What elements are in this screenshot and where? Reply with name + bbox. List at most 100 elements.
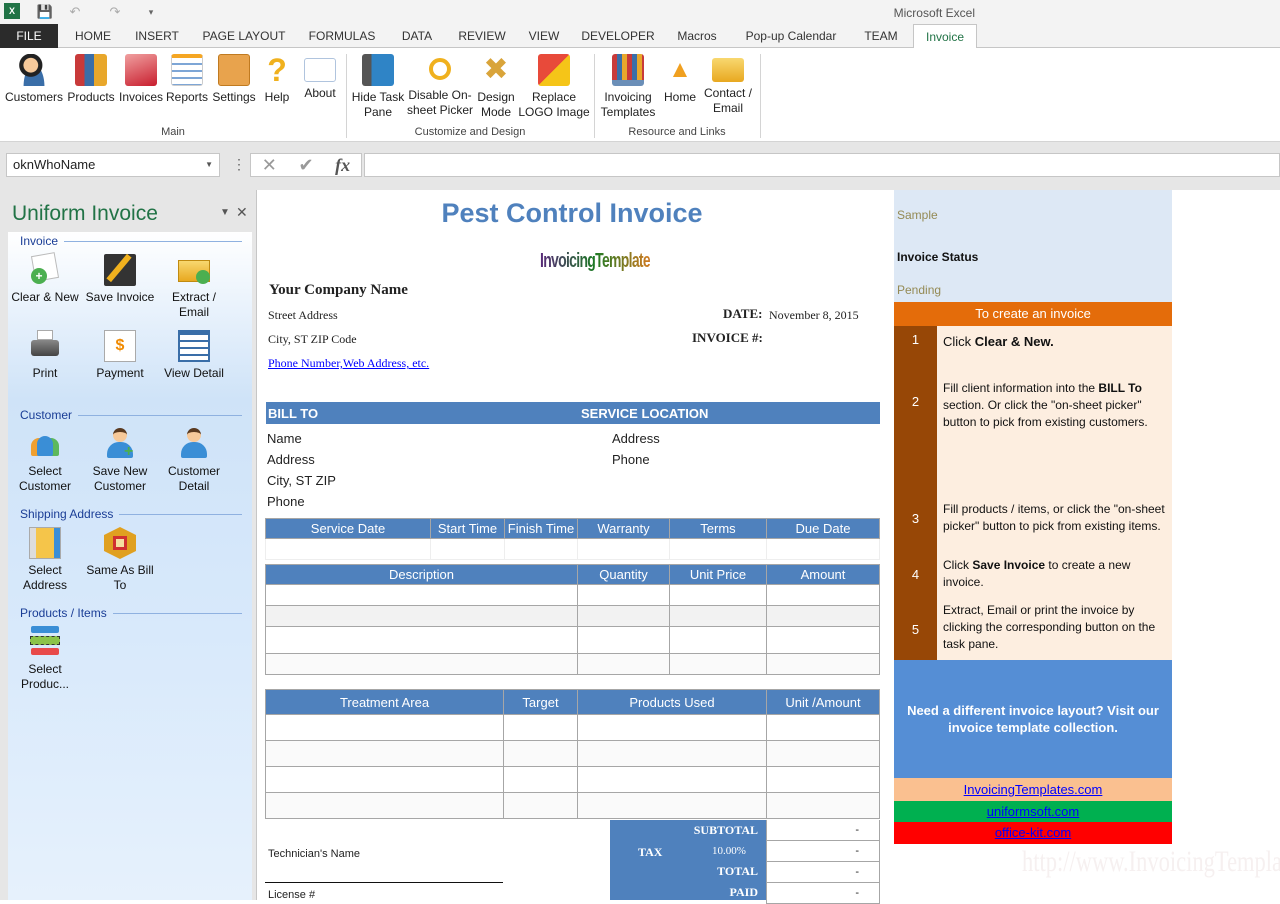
table-cell[interactable] (766, 766, 880, 793)
same-as-bill-to-button[interactable]: Same As Bill To (82, 527, 158, 593)
table-cell[interactable] (766, 605, 880, 627)
office-kit-link[interactable]: office-kit.com (995, 825, 1071, 840)
table-cell[interactable] (766, 740, 880, 767)
select-address-button[interactable]: Select Address (7, 527, 83, 593)
contact-email-button[interactable]: Contact / Email (700, 52, 756, 116)
cancel-icon[interactable]: ✕ (262, 155, 277, 176)
service-phone[interactable]: Phone (612, 449, 660, 470)
tab-macros[interactable]: Macros (668, 24, 726, 48)
table-cell[interactable] (577, 714, 767, 741)
company-logo[interactable]: InvoicingTemplate (540, 250, 651, 273)
tab-review[interactable]: REVIEW (452, 24, 512, 48)
formula-input[interactable] (364, 153, 1280, 177)
table-cell[interactable] (766, 584, 880, 606)
settings-button[interactable]: Settings (210, 52, 258, 105)
tab-page-layout[interactable]: PAGE LAYOUT (196, 24, 292, 48)
tab-team[interactable]: TEAM (856, 24, 906, 48)
table-cell[interactable] (430, 538, 505, 560)
date-value[interactable]: November 8, 2015 (769, 308, 859, 323)
payment-button[interactable]: $ Payment (82, 330, 158, 381)
table-cell[interactable] (577, 740, 767, 767)
uniformsoft-link[interactable]: uniformsoft.com (987, 804, 1079, 819)
chevron-down-icon[interactable]: ▼ (205, 154, 213, 176)
table-cell[interactable] (265, 626, 578, 654)
save-new-customer-button[interactable]: + Save New Customer (82, 428, 158, 494)
table-cell[interactable] (577, 605, 670, 627)
table-cell[interactable] (577, 538, 670, 560)
company-name[interactable]: Your Company Name (269, 282, 408, 299)
print-button[interactable]: Print (7, 330, 83, 381)
table-cell[interactable] (265, 653, 578, 675)
table-cell[interactable] (669, 605, 767, 627)
customers-button[interactable]: Customers (4, 52, 64, 105)
table-cell[interactable] (766, 626, 880, 654)
home-button[interactable]: ▲ Home (660, 52, 700, 105)
invoices-button[interactable]: Invoices (118, 52, 164, 105)
fx-icon[interactable]: fx (335, 155, 350, 176)
tab-file[interactable]: FILE (0, 24, 58, 48)
table-cell[interactable] (265, 766, 504, 793)
design-mode-button[interactable]: ✖ Design Mode (474, 52, 518, 120)
hide-task-pane-button[interactable]: Hide Task Pane (350, 52, 406, 120)
replace-logo-button[interactable]: Replace LOGO Image (518, 52, 590, 120)
tab-data[interactable]: DATA (392, 24, 442, 48)
street-address[interactable]: Street Address (268, 308, 338, 323)
table-cell[interactable] (669, 584, 767, 606)
table-cell[interactable] (503, 714, 578, 741)
table-cell[interactable] (577, 584, 670, 606)
close-icon[interactable]: ✕ (236, 204, 248, 221)
customer-detail-button[interactable]: Customer Detail (156, 428, 232, 494)
reports-button[interactable]: Reports (164, 52, 210, 105)
table-cell[interactable] (669, 653, 767, 675)
city-state-zip[interactable]: City, ST ZIP Code (268, 332, 357, 347)
table-cell[interactable] (265, 792, 504, 819)
table-cell[interactable] (766, 653, 880, 675)
table-cell[interactable] (577, 626, 670, 654)
tab-home[interactable]: HOME (64, 24, 122, 48)
table-cell[interactable] (766, 792, 880, 819)
products-button[interactable]: Products (64, 52, 118, 105)
table-cell[interactable] (265, 605, 578, 627)
tab-developer[interactable]: DEVELOPER (578, 24, 658, 48)
table-cell[interactable] (265, 740, 504, 767)
tax-rate[interactable]: 10.00% (712, 845, 746, 857)
table-cell[interactable] (766, 714, 880, 741)
about-button[interactable]: About (298, 52, 342, 101)
table-cell[interactable] (265, 714, 504, 741)
table-cell[interactable] (503, 766, 578, 793)
table-cell[interactable] (265, 538, 431, 560)
table-cell[interactable] (265, 584, 578, 606)
bill-to-name[interactable]: Name (267, 428, 336, 449)
view-detail-button[interactable]: View Detail (156, 330, 232, 381)
table-cell[interactable] (577, 653, 670, 675)
help-button[interactable]: ? Help (260, 52, 294, 105)
invoicingtemplates-link[interactable]: InvoicingTemplates.com (964, 782, 1103, 797)
table-cell[interactable] (577, 766, 767, 793)
name-box[interactable]: oknWhoName ▼ (6, 153, 220, 177)
paid-value[interactable]: - (766, 883, 880, 904)
extract-email-button[interactable]: Extract / Email (156, 254, 232, 320)
table-cell[interactable] (766, 538, 880, 560)
tab-view[interactable]: VIEW (522, 24, 566, 48)
tab-insert[interactable]: INSERT (128, 24, 186, 48)
service-address[interactable]: Address (612, 428, 660, 449)
clear-new-button[interactable]: + Clear & New (7, 252, 83, 305)
tab-invoice[interactable]: Invoice (913, 24, 977, 49)
bill-to-city[interactable]: City, ST ZIP (267, 470, 336, 491)
disable-picker-button[interactable]: Disable On-sheet Picker (406, 52, 474, 118)
status-badge[interactable]: Pending (897, 283, 941, 297)
enter-icon[interactable]: ✔ (298, 155, 313, 176)
bill-to-phone[interactable]: Phone (267, 491, 336, 512)
select-customer-button[interactable]: Select Customer (7, 428, 83, 494)
table-cell[interactable] (669, 538, 767, 560)
more-icon[interactable]: ⋮ (232, 156, 246, 173)
invoicing-templates-button[interactable]: Invoicing Templates (598, 52, 658, 120)
table-cell[interactable] (504, 538, 578, 560)
table-cell[interactable] (503, 740, 578, 767)
save-invoice-button[interactable]: Save Invoice (82, 253, 158, 305)
select-products-button[interactable]: Select Produc... (7, 626, 83, 692)
contact-link[interactable]: Phone Number,Web Address, etc. (268, 356, 429, 371)
tab-formulas[interactable]: FORMULAS (302, 24, 382, 48)
task-pane-menu-icon[interactable]: ▼ (220, 207, 230, 218)
bill-to-address[interactable]: Address (267, 449, 336, 470)
